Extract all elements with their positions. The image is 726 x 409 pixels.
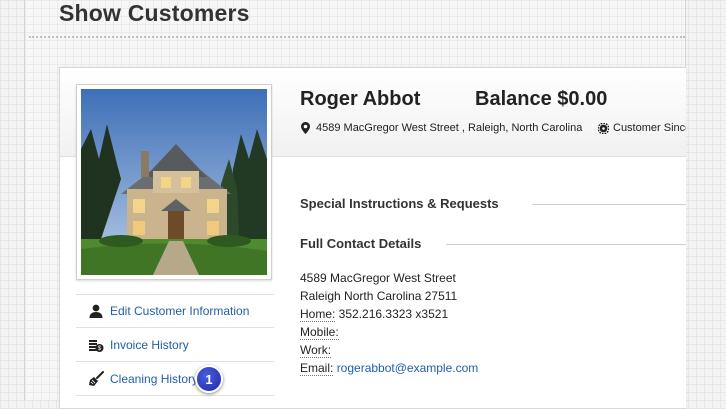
- gear-icon: [598, 122, 609, 134]
- contact-details-heading: Full Contact Details: [300, 236, 422, 251]
- page-frame: Show Customers Roger Abbot Balance $0.00…: [24, 0, 686, 409]
- cleaning-history-link[interactable]: Cleaning History: [76, 362, 274, 396]
- contact-home-row: Home: 352.216.3323 x3521: [300, 305, 478, 323]
- contact-city: Raleigh North Carolina 27511: [300, 289, 458, 303]
- location-pin-icon: [301, 122, 310, 134]
- customer-card: Roger Abbot Balance $0.00 4589 MacGregor…: [59, 67, 686, 409]
- user-icon: [89, 304, 103, 318]
- email-label: Email:: [300, 361, 334, 376]
- invoice-history-link[interactable]: $ Invoice History: [76, 328, 274, 362]
- coins-icon: $: [89, 339, 104, 352]
- customer-actions-nav: Edit Customer Information $ Invoice Hist…: [76, 294, 274, 396]
- cleaning-history-label: Cleaning History: [110, 371, 199, 386]
- home-phone: 352.216.3323 x3521: [335, 307, 449, 321]
- contact-mobile-row: Mobile:: [300, 323, 478, 341]
- customer-name: Roger Abbot: [300, 88, 421, 110]
- contact-street: 4589 MacGregor West Street: [300, 271, 456, 285]
- customer-house-photo: [76, 84, 272, 280]
- home-label: Home:: [300, 307, 336, 322]
- work-label: Work:: [300, 343, 332, 358]
- address-summary: 4589 MacGregor West Street , Raleigh, No…: [301, 122, 582, 134]
- contact-email-row: Email: rogerabbot@example.com: [300, 359, 478, 377]
- house-image: [81, 89, 267, 275]
- customer-since-text: Customer Since: [613, 122, 686, 134]
- callout-badge: 1: [195, 365, 223, 393]
- email-link[interactable]: rogerabbot@example.com: [337, 361, 479, 375]
- edit-customer-label: Edit Customer Information: [110, 304, 250, 318]
- contact-details-rule: [446, 244, 686, 245]
- edit-customer-link[interactable]: Edit Customer Information: [76, 294, 274, 328]
- special-instructions-rule: [532, 204, 686, 205]
- special-instructions-heading: Special Instructions & Requests: [300, 196, 499, 211]
- balance-amount: Balance $0.00: [475, 88, 608, 110]
- invoice-history-label: Invoice History: [110, 337, 189, 352]
- contact-work-row: Work:: [300, 341, 478, 359]
- page-title: Show Customers: [59, 0, 250, 26]
- customer-since: Customer Since: [598, 122, 686, 134]
- mobile-label: Mobile:: [300, 325, 339, 340]
- address-summary-text: 4589 MacGregor West Street , Raleigh, No…: [316, 122, 583, 134]
- title-divider: [29, 36, 685, 38]
- broom-icon: [89, 370, 104, 386]
- contact-details: 4589 MacGregor West Street Raleigh North…: [300, 269, 478, 377]
